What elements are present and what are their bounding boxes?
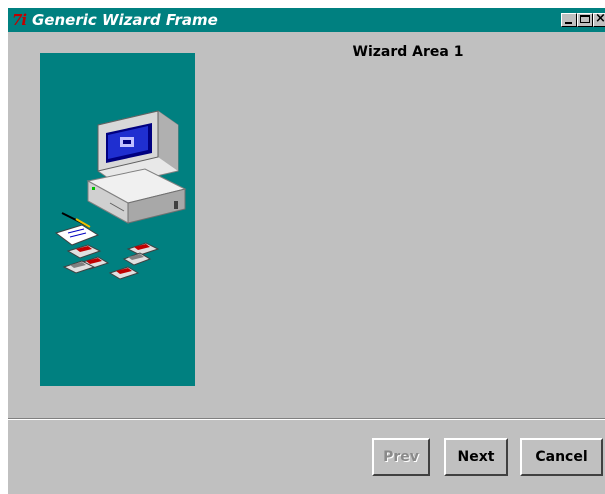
maximize-button[interactable]: [577, 13, 593, 27]
cancel-button[interactable]: Cancel: [520, 438, 603, 476]
app-icon: 7i: [12, 11, 27, 29]
minimize-button[interactable]: [561, 13, 577, 27]
wizard-side-panel: [40, 53, 195, 386]
prev-button[interactable]: Prev: [372, 438, 430, 476]
next-button[interactable]: Next: [444, 438, 508, 476]
minimize-icon: [565, 22, 572, 24]
close-icon: ×: [595, 11, 605, 26]
notepad-icon: [54, 212, 100, 246]
close-button[interactable]: ×: [593, 11, 605, 27]
wizard-window: 7i Generic Wizard Frame × Wizard Area 1 …: [8, 8, 605, 494]
title-bar[interactable]: 7i Generic Wizard Frame ×: [8, 8, 605, 32]
button-separator: [8, 418, 605, 420]
computer-base-icon: [86, 168, 187, 224]
computer-illustration: [54, 110, 187, 280]
maximize-icon: [580, 15, 590, 23]
floppy-disks-icon: [62, 242, 160, 280]
window-title: Generic Wizard Frame: [32, 11, 218, 29]
wizard-area-title: Wizard Area 1: [352, 44, 464, 60]
